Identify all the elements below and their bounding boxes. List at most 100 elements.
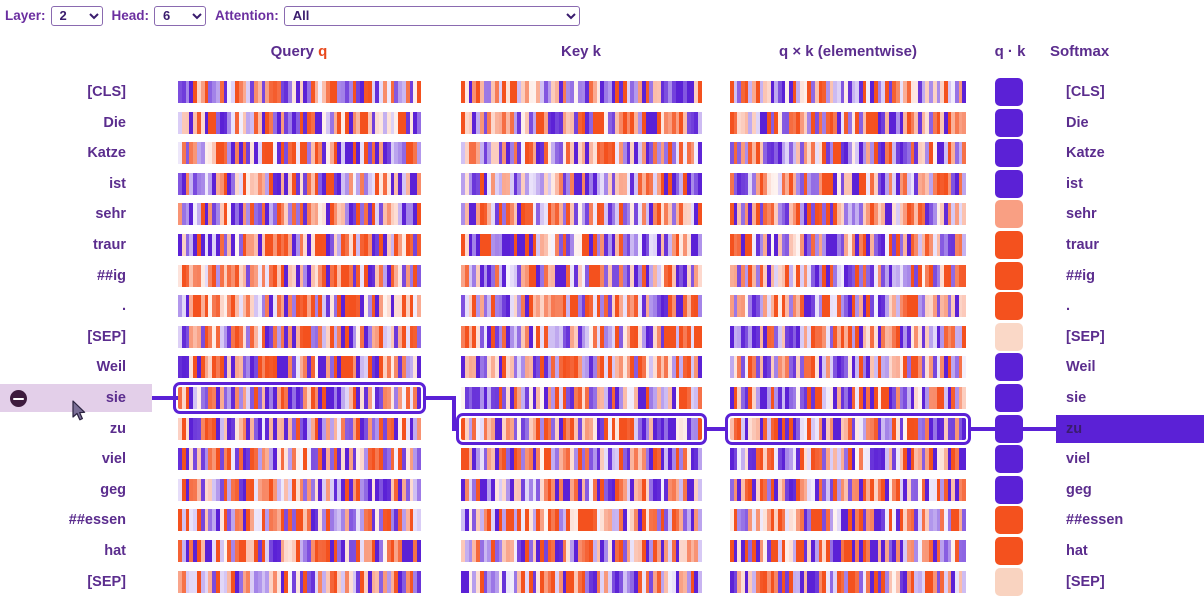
softmax-row[interactable]: ist [1056,170,1176,198]
qxk-vector-row[interactable] [730,172,966,195]
qdotk-square[interactable] [995,261,1023,290]
query-vector-row[interactable] [178,448,421,471]
token-row-label[interactable]: [SEP] [0,323,152,351]
query-vector-row[interactable] [178,570,421,593]
softmax-row[interactable]: geg [1056,476,1176,504]
softmax-row[interactable]: [SEP] [1056,323,1176,351]
key-vector-row[interactable] [461,325,702,348]
qxk-vector-row[interactable] [730,387,966,409]
token-row-label[interactable]: ##essen [0,506,152,534]
key-vector-row[interactable] [461,387,702,409]
query-vector-row[interactable] [178,172,421,195]
qxk-vector-row[interactable] [730,234,966,256]
qdotk-square[interactable] [995,108,1023,137]
qxk-vector-row[interactable] [730,540,966,562]
key-vector-row[interactable] [461,540,702,562]
key-vector-row[interactable] [461,172,702,195]
softmax-row[interactable]: sehr [1056,200,1176,228]
qxk-vector-row[interactable] [730,142,966,165]
query-vector-row[interactable] [178,234,421,256]
softmax-row[interactable]: viel [1056,445,1176,473]
qdotk-square[interactable] [995,139,1023,168]
key-vector-row[interactable] [461,142,702,165]
attention-select[interactable]: AllSentence A -> Sentence ASentence A ->… [283,5,580,26]
softmax-row[interactable]: zu [1056,414,1204,443]
qdotk-square[interactable] [995,322,1023,351]
head-select[interactable]: 01234567891011 [154,5,207,26]
key-vector-row[interactable] [461,295,702,318]
softmax-row[interactable]: Katze [1056,139,1176,167]
qxk-vector-row[interactable] [730,570,966,593]
softmax-row[interactable]: traur [1056,231,1176,259]
qdotk-square[interactable] [995,506,1023,535]
softmax-row[interactable]: Die [1056,109,1176,137]
softmax-row[interactable]: hat [1056,537,1176,565]
softmax-row[interactable]: . [1056,292,1176,320]
qxk-vector-row[interactable] [730,203,966,226]
qdotk-square[interactable] [995,292,1023,321]
key-vector-row[interactable] [461,448,702,471]
qxk-vector-row[interactable] [730,111,966,134]
token-row-label[interactable]: . [0,292,152,320]
query-vector-row[interactable] [178,203,421,226]
query-vector-row[interactable] [178,540,421,562]
query-vector-row[interactable] [178,356,421,379]
qxk-vector-row[interactable] [730,478,966,501]
qdotk-square[interactable] [995,475,1023,504]
query-vector-row[interactable] [178,142,421,165]
token-row-label[interactable]: traur [0,231,152,259]
qdotk-square[interactable] [995,567,1023,596]
token-row-label[interactable]: Katze [0,139,152,167]
qdotk-square[interactable] [995,200,1023,229]
token-row-label[interactable]: ##ig [0,262,152,290]
qxk-vector-row[interactable] [730,81,966,103]
softmax-row[interactable]: [SEP] [1056,568,1176,596]
token-row-label[interactable]: zu [0,415,152,443]
token-row-label[interactable]: Die [0,109,152,137]
qdotk-square[interactable] [995,384,1023,412]
query-vector-row[interactable] [173,382,426,414]
qdotk-square[interactable] [995,169,1023,198]
query-vector-row[interactable] [178,111,421,134]
key-vector-row[interactable] [461,81,702,103]
key-vector-row[interactable] [461,111,702,134]
key-vector-row[interactable] [461,509,702,532]
key-vector-row[interactable] [461,478,702,501]
qxk-vector-row[interactable] [730,356,966,379]
softmax-row[interactable]: [CLS] [1056,78,1176,106]
minus-circle-icon[interactable] [10,390,27,407]
query-vector-row[interactable] [178,509,421,532]
query-vector-row[interactable] [178,478,421,501]
qdotk-square[interactable] [995,414,1023,443]
qxk-vector-row[interactable] [725,412,971,445]
qdotk-square[interactable] [995,231,1023,259]
key-vector-row[interactable] [461,264,702,287]
softmax-row[interactable]: ##ig [1056,262,1176,290]
qxk-vector-row[interactable] [730,509,966,532]
key-vector-row[interactable] [461,203,702,226]
query-vector-row[interactable] [178,325,421,348]
softmax-row[interactable]: Weil [1056,353,1176,381]
token-row-label[interactable]: ist [0,170,152,198]
token-row-label[interactable]: sie [0,384,152,412]
query-vector-row[interactable] [178,417,421,440]
query-vector-row[interactable] [178,81,421,103]
key-vector-row[interactable] [461,570,702,593]
layer-select[interactable]: 012345 [50,5,103,26]
token-row-label[interactable]: [SEP] [0,568,152,596]
token-row-label[interactable]: viel [0,445,152,473]
token-row-label[interactable]: geg [0,476,152,504]
token-row-label[interactable]: [CLS] [0,78,152,106]
softmax-row[interactable]: sie [1056,384,1176,412]
query-vector-row[interactable] [178,264,421,287]
token-row-label[interactable]: sehr [0,200,152,228]
key-vector-row[interactable] [456,412,707,445]
qdotk-square[interactable] [995,445,1023,474]
token-row-label[interactable]: hat [0,537,152,565]
token-row-label[interactable]: Weil [0,353,152,381]
qxk-vector-row[interactable] [730,295,966,318]
qxk-vector-row[interactable] [730,264,966,287]
key-vector-row[interactable] [461,234,702,256]
qxk-vector-row[interactable] [730,448,966,471]
softmax-row[interactable]: ##essen [1056,506,1176,534]
